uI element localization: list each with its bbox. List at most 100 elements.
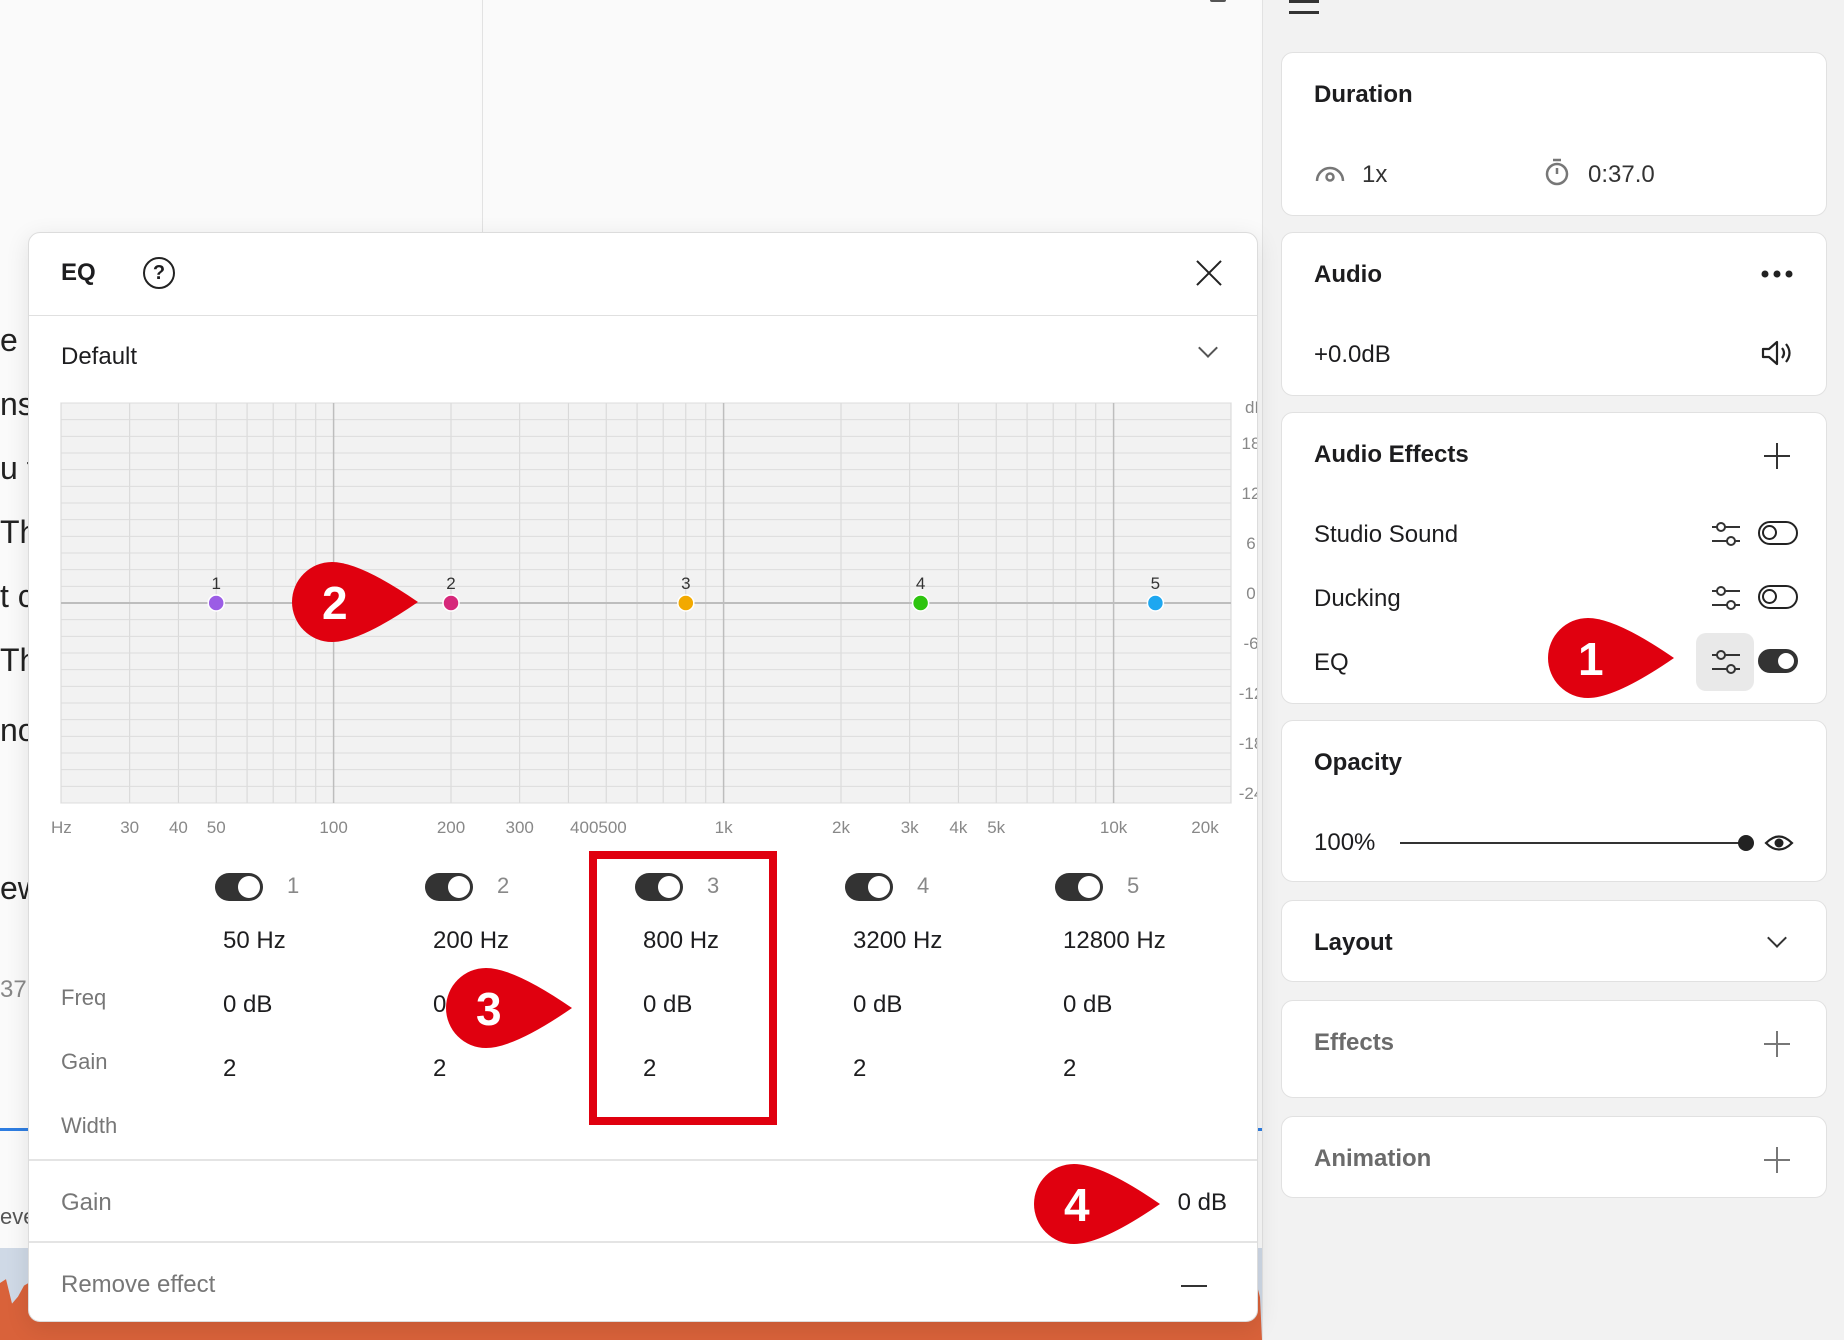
- freq-label: Freq: [61, 985, 107, 1010]
- sliders-icon[interactable]: [1710, 583, 1742, 613]
- band-number: 5: [1127, 873, 1140, 898]
- remove-effect-icon[interactable]: [1181, 1285, 1207, 1287]
- eq-title: EQ: [61, 259, 96, 286]
- eq-band-point[interactable]: [911, 594, 930, 612]
- band-toggle[interactable]: [845, 873, 893, 901]
- speed-value[interactable]: 1x: [1362, 161, 1387, 189]
- opacity-title: Opacity: [1314, 749, 1403, 776]
- opacity-value[interactable]: 100%: [1314, 829, 1375, 857]
- layout-title: Layout: [1314, 929, 1393, 956]
- eq-band-point-label: 5: [1151, 574, 1160, 593]
- db-axis-unit: dB: [1245, 398, 1258, 417]
- effect-label-eq: EQ: [1314, 649, 1349, 676]
- eq-preset-select[interactable]: Default: [61, 343, 137, 371]
- band-toggle[interactable]: [215, 873, 263, 901]
- hz-tick-label: 4k: [949, 818, 967, 833]
- animation-card: Animation: [1281, 1116, 1827, 1198]
- hz-tick-label: 30: [120, 818, 139, 833]
- audio-card: Audio +0.0dB: [1281, 232, 1827, 396]
- eq-dialog: EQ ? Default dB181260-6-12-18-24 Hz30405…: [28, 232, 1258, 1322]
- band-freq-value[interactable]: 200 Hz: [433, 927, 509, 955]
- effects-card: Effects: [1281, 1000, 1827, 1098]
- band-freq-value[interactable]: 50 Hz: [223, 927, 286, 955]
- eq-band-point-label: 3: [681, 574, 690, 593]
- visibility-eye-icon[interactable]: [1764, 831, 1794, 855]
- eq-band-point[interactable]: [442, 594, 460, 612]
- band-gain-value[interactable]: 0 dB: [853, 991, 902, 1019]
- hz-tick-label: 100: [319, 818, 347, 833]
- annotation-marker-3: [446, 968, 572, 1048]
- studio-sound-toggle[interactable]: [1758, 521, 1798, 545]
- db-tick-label: -12: [1239, 684, 1258, 703]
- annotation-highlight-box: [589, 851, 777, 1125]
- close-icon[interactable]: [1195, 259, 1223, 287]
- transcript-fragment: e: [0, 322, 18, 358]
- eq-toggle[interactable]: [1758, 649, 1798, 673]
- panel-header: [1263, 0, 1844, 24]
- band-width-value[interactable]: 2: [1063, 1055, 1076, 1083]
- db-tick-label: -6: [1243, 634, 1258, 653]
- sliders-icon[interactable]: [1710, 647, 1742, 677]
- effect-label-studio-sound: Studio Sound: [1314, 521, 1459, 548]
- band-toggle[interactable]: [1055, 873, 1103, 901]
- hz-tick-label: 10k: [1100, 818, 1128, 833]
- transcript-fragment: Th: [0, 642, 30, 678]
- sliders-icon[interactable]: [1710, 519, 1742, 549]
- audio-volume-value[interactable]: +0.0dB: [1314, 341, 1391, 369]
- remove-effect-label[interactable]: Remove effect: [61, 1271, 215, 1299]
- menu-icon[interactable]: [1289, 0, 1319, 14]
- eq-band-point-label: 1: [211, 574, 220, 593]
- band-freq-value[interactable]: 12800 Hz: [1063, 927, 1166, 955]
- effect-label-ducking: Ducking: [1314, 585, 1401, 612]
- add-audio-effect-icon[interactable]: [1764, 443, 1790, 469]
- add-effect-icon[interactable]: [1764, 1031, 1790, 1057]
- effects-title: Effects: [1314, 1029, 1395, 1056]
- chevron-down-icon[interactable]: [1767, 928, 1787, 948]
- hz-tick-label: 200: [437, 818, 465, 833]
- hz-tick-label: 1k: [715, 818, 733, 833]
- chevron-down-icon[interactable]: [1198, 338, 1218, 358]
- band-width-value[interactable]: 2: [223, 1055, 236, 1083]
- transcript-fragment: nst: [0, 386, 30, 422]
- help-icon[interactable]: ?: [143, 257, 175, 289]
- band-gain-value[interactable]: 0 dB: [223, 991, 272, 1019]
- band-width-value[interactable]: 2: [853, 1055, 866, 1083]
- annotation-number-1: 1: [1578, 633, 1604, 685]
- hz-axis-unit: Hz: [51, 818, 72, 833]
- eq-band-point-label: 4: [916, 574, 925, 593]
- timeline-fragment: 37: [0, 976, 27, 1003]
- opacity-slider-thumb[interactable]: [1738, 835, 1754, 851]
- db-tick-label: 0: [1246, 584, 1255, 603]
- more-options-icon[interactable]: [1760, 269, 1794, 279]
- annotation-number-4: 4: [1064, 1179, 1090, 1231]
- transcript-fragment: The: [0, 514, 30, 550]
- ducking-toggle[interactable]: [1758, 585, 1798, 609]
- eq-frequency-graph[interactable]: dB181260-6-12-18-24 Hz304050100200300400…: [29, 393, 1258, 833]
- band-toggle[interactable]: [425, 873, 473, 901]
- layout-card[interactable]: Layout: [1281, 900, 1827, 982]
- band-number: 1: [287, 873, 300, 898]
- band-gain-value[interactable]: 0 dB: [1063, 991, 1112, 1019]
- eq-band-point[interactable]: [1146, 594, 1165, 612]
- hz-tick-label: 20k: [1191, 818, 1219, 833]
- master-gain-value[interactable]: 0 dB: [1178, 1189, 1227, 1217]
- width-label: Width: [61, 1113, 118, 1138]
- transcript-fragment: ew: [0, 870, 30, 906]
- band-freq-value[interactable]: 3200 Hz: [853, 927, 942, 955]
- annotation-marker-2: [292, 562, 418, 642]
- timer-icon: [1545, 158, 1569, 186]
- band-number: 2: [497, 873, 510, 898]
- duration-value[interactable]: 0:37.0: [1588, 161, 1655, 189]
- hz-tick-label: 300: [505, 818, 533, 833]
- opacity-slider-track[interactable]: [1400, 842, 1746, 844]
- duration-title: Duration: [1314, 81, 1413, 108]
- speaker-icon[interactable]: [1760, 339, 1794, 367]
- db-tick-label: 12: [1242, 484, 1258, 503]
- add-animation-icon[interactable]: [1764, 1147, 1790, 1173]
- annotation-number-3: 3: [476, 983, 502, 1035]
- eq-band-point[interactable]: [207, 594, 225, 612]
- eq-band-point[interactable]: [677, 594, 695, 612]
- annotation-marker-4: [1034, 1164, 1160, 1244]
- band-width-value[interactable]: 2: [433, 1055, 446, 1083]
- speed-icon[interactable]: [1314, 159, 1346, 185]
